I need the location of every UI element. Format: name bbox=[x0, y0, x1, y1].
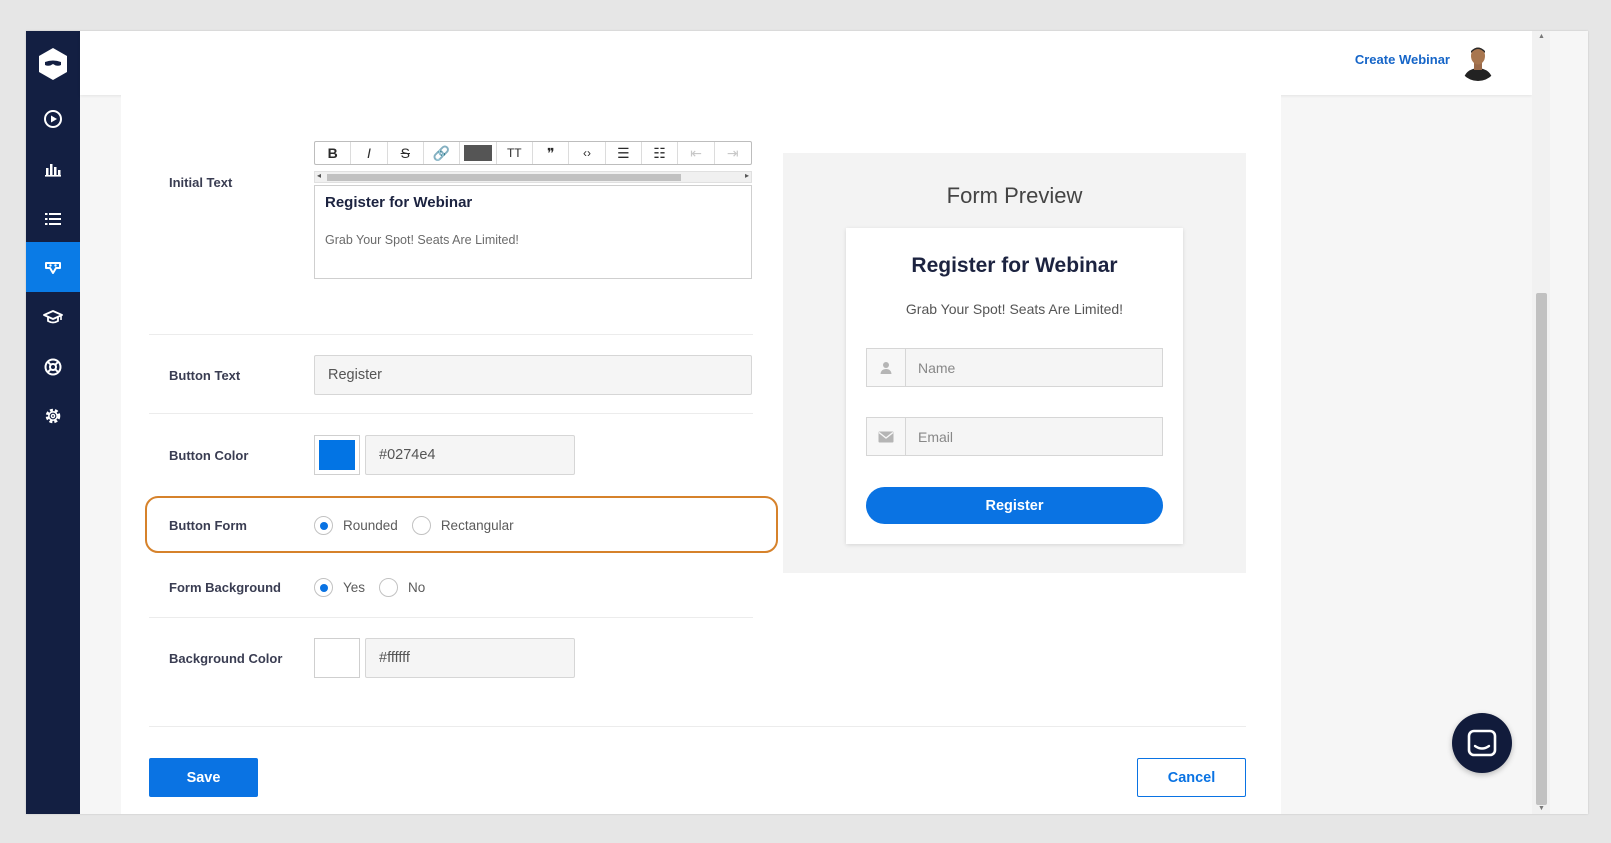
button-color-swatch[interactable] bbox=[314, 435, 360, 475]
play-circle-icon bbox=[44, 110, 62, 128]
initial-text-label: Initial Text bbox=[169, 175, 233, 190]
name-placeholder: Name bbox=[918, 359, 956, 376]
preview-card-title: Register for Webinar bbox=[911, 254, 1118, 277]
webinar-mask-icon bbox=[45, 262, 61, 274]
editor-toolbar: B I S 🔗 TT ❞ ‹› ☰ ☷ ⇤ ⇥ bbox=[314, 141, 752, 165]
link-icon: 🔗 bbox=[432, 144, 451, 161]
graduation-cap-icon bbox=[43, 310, 63, 324]
editor-title: Register for Webinar bbox=[325, 194, 473, 211]
sidebar-item-analytics[interactable] bbox=[26, 144, 80, 194]
page-scrollbar[interactable]: ▲ ▼ bbox=[1532, 31, 1550, 814]
scroll-up-icon[interactable]: ▲ bbox=[1538, 33, 1545, 40]
form-background-options: Yes No bbox=[314, 578, 439, 597]
preview-card-subtitle: Grab Your Spot! Seats Are Limited! bbox=[905, 301, 1124, 317]
sidebar-item-webinars[interactable] bbox=[26, 94, 80, 144]
outdent-icon: ⇤ bbox=[690, 144, 702, 161]
scroll-down-icon[interactable]: ▼ bbox=[1538, 805, 1545, 812]
divider bbox=[149, 617, 753, 618]
button-color-input[interactable]: #0274e4 bbox=[365, 435, 575, 475]
radio-rounded-label[interactable]: Rounded bbox=[343, 518, 398, 533]
main-content: Initial Text B I S 🔗 TT ❞ ‹› ☰ ☷ ⇤ ⇥ ◂ ▸ Register … bbox=[121, 95, 1281, 814]
sidebar-item-settings[interactable] bbox=[26, 391, 80, 441]
radio-rounded[interactable] bbox=[314, 516, 333, 535]
numbered-list-icon: ☷ bbox=[653, 144, 666, 161]
outdent-button[interactable]: ⇤ bbox=[678, 142, 715, 164]
sidebar-item-support[interactable] bbox=[26, 342, 80, 392]
sidebar bbox=[26, 31, 80, 814]
background-color-input[interactable]: #ffffff bbox=[365, 638, 575, 678]
editor-horizontal-scrollbar[interactable]: ◂ ▸ bbox=[314, 171, 752, 183]
indent-button[interactable]: ⇥ bbox=[715, 142, 751, 164]
app-logo-icon[interactable] bbox=[36, 47, 70, 81]
link-button[interactable]: 🔗 bbox=[424, 142, 461, 164]
bullet-list-button[interactable]: ☰ bbox=[606, 142, 642, 164]
preview-register-button[interactable]: Register bbox=[866, 487, 1163, 524]
radio-rectangular[interactable] bbox=[411, 516, 431, 535]
top-bar: Create Webinar bbox=[80, 31, 1532, 95]
save-button[interactable]: Save bbox=[149, 758, 258, 797]
quote-icon: ❞ bbox=[546, 144, 555, 161]
divider bbox=[149, 726, 1246, 727]
radio-no-label[interactable]: No bbox=[408, 580, 425, 595]
form-preview-panel: Form Preview Register for Webinar Grab Y… bbox=[783, 153, 1246, 573]
list-icon bbox=[45, 213, 61, 225]
button-text-label: Button Text bbox=[169, 368, 241, 383]
form-background-label: Form Background bbox=[169, 580, 281, 595]
cancel-button[interactable]: Cancel bbox=[1137, 758, 1246, 797]
user-icon bbox=[867, 349, 906, 386]
form-preview-title: Form Preview bbox=[946, 183, 1083, 208]
sidebar-item-list[interactable] bbox=[26, 194, 80, 244]
app-window: Create Webinar Initial Text B I S 🔗 TT ❞ ‹› ☰ ☷ ⇤… bbox=[26, 31, 1588, 814]
chat-icon bbox=[1467, 729, 1497, 757]
scroll-right-icon[interactable]: ▸ bbox=[745, 171, 749, 180]
lifebuoy-icon bbox=[44, 358, 62, 376]
divider bbox=[149, 334, 753, 335]
scroll-thumb[interactable] bbox=[327, 174, 681, 181]
quote-button[interactable]: ❞ bbox=[533, 142, 570, 164]
code-icon: ‹› bbox=[582, 146, 591, 160]
radio-yes-label[interactable]: Yes bbox=[343, 580, 365, 595]
numbered-list-button[interactable]: ☷ bbox=[642, 142, 679, 164]
strikethrough-icon: S bbox=[400, 145, 410, 161]
bar-chart-icon bbox=[45, 164, 61, 177]
button-form-label: Button Form bbox=[169, 518, 247, 533]
preview-card: Register for Webinar Grab Your Spot! Sea… bbox=[846, 228, 1183, 544]
font-size-button[interactable]: TT bbox=[497, 142, 533, 164]
email-placeholder: Email bbox=[918, 428, 954, 445]
font-size-icon: TT bbox=[506, 146, 522, 160]
radio-rectangular-label[interactable]: Rectangular bbox=[441, 518, 514, 533]
scroll-left-icon[interactable]: ◂ bbox=[317, 171, 321, 180]
text-color-button[interactable] bbox=[460, 142, 497, 164]
initial-text-editor[interactable]: Register for Webinar Grab Your Spot! Sea… bbox=[314, 185, 752, 279]
background-color-swatch[interactable] bbox=[314, 638, 360, 678]
bold-button[interactable]: B bbox=[315, 142, 352, 164]
italic-button[interactable]: I bbox=[351, 142, 388, 164]
button-form-options: Rounded Rectangular bbox=[314, 516, 528, 535]
italic-icon: I bbox=[367, 145, 371, 161]
sidebar-item-registration[interactable] bbox=[26, 242, 80, 292]
envelope-icon bbox=[867, 418, 906, 455]
bullet-list-icon: ☰ bbox=[617, 144, 630, 161]
radio-no[interactable] bbox=[379, 578, 399, 597]
editor-subtitle: Grab Your Spot! Seats Are Limited! bbox=[325, 233, 519, 247]
text-color-icon bbox=[463, 145, 492, 161]
sidebar-item-academy[interactable] bbox=[26, 292, 80, 342]
gear-icon bbox=[45, 408, 61, 424]
radio-yes[interactable] bbox=[314, 578, 333, 597]
strikethrough-button[interactable]: S bbox=[388, 142, 424, 164]
create-webinar-link[interactable]: Create Webinar bbox=[1355, 52, 1450, 67]
chat-widget-button[interactable] bbox=[1452, 713, 1512, 773]
button-color-label: Button Color bbox=[169, 448, 249, 463]
button-text-input[interactable]: Register bbox=[314, 355, 752, 395]
preview-email-field[interactable]: Email bbox=[866, 417, 1163, 456]
background-color-label: Background Color bbox=[169, 651, 283, 666]
avatar[interactable] bbox=[1458, 41, 1498, 81]
page-scroll-thumb[interactable] bbox=[1536, 293, 1547, 805]
preview-name-field[interactable]: Name bbox=[866, 348, 1163, 387]
divider bbox=[149, 413, 753, 414]
indent-icon: ⇥ bbox=[726, 144, 739, 161]
bold-icon: B bbox=[327, 145, 338, 161]
code-button[interactable]: ‹› bbox=[569, 142, 606, 164]
